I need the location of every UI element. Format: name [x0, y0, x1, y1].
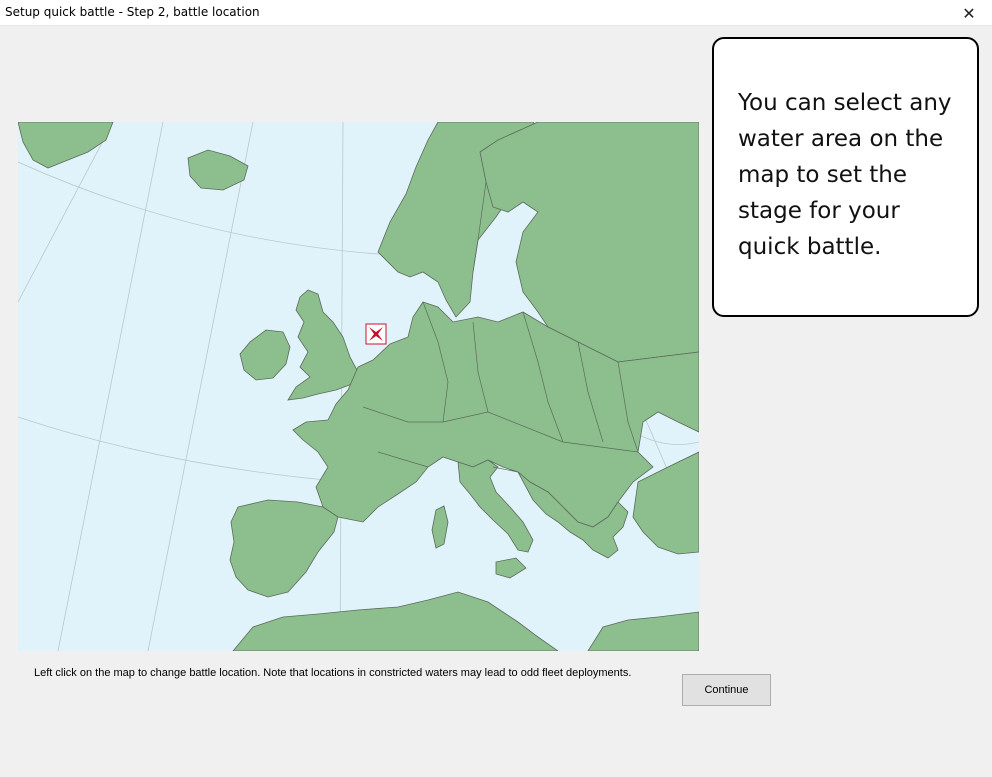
- greenland: [18, 122, 114, 169]
- battle-marker-icon[interactable]: [365, 323, 387, 345]
- europe-map[interactable]: [18, 122, 699, 651]
- title-bar: Setup quick battle - Step 2, battle loca…: [0, 0, 992, 26]
- location-hint: Left click on the map to change battle l…: [34, 667, 632, 679]
- sicily: [495, 557, 527, 579]
- iceland: [187, 149, 249, 191]
- close-button[interactable]: ✕: [946, 0, 992, 26]
- close-icon: ✕: [962, 3, 976, 23]
- north-africa: [232, 591, 559, 651]
- callout-text: You can select any water area on the map…: [738, 90, 952, 260]
- continue-button[interactable]: Continue: [682, 674, 771, 706]
- battle-location-map[interactable]: [18, 122, 699, 651]
- info-callout: You can select any water area on the map…: [712, 37, 979, 317]
- sardinia: [431, 505, 449, 549]
- north-africa-east: [587, 611, 699, 651]
- iberia: [229, 499, 339, 598]
- land: [18, 122, 699, 651]
- quick-battle-window: Setup quick battle - Step 2, battle loca…: [0, 0, 992, 777]
- great-britain: [287, 289, 359, 401]
- window-title: Setup quick battle - Step 2, battle loca…: [5, 5, 260, 19]
- ireland: [239, 329, 291, 381]
